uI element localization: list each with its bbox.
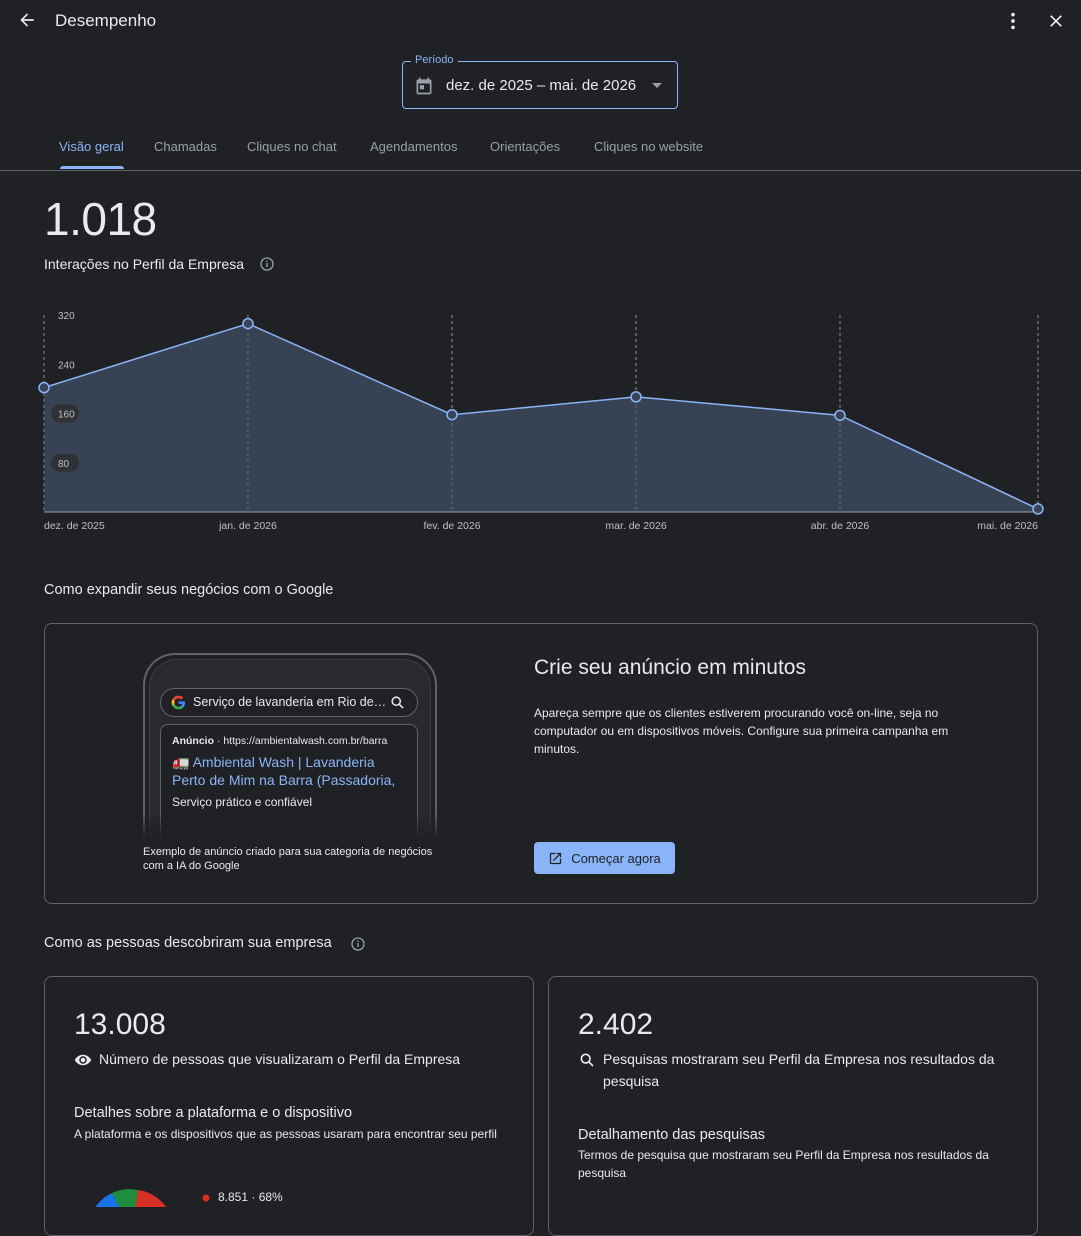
views-label: Número de pessoas que visualizaram o Per…: [99, 1051, 461, 1067]
ad-url: https://ambientalwash.com.br/barra: [223, 735, 388, 747]
open-in-new-icon: [550, 852, 562, 864]
ad-badge: Anúncio: [172, 735, 214, 747]
more-options-button[interactable]: [1001, 9, 1025, 33]
interactions-total: 1.018: [44, 193, 157, 245]
x-tick-label: mar. de 2026: [605, 520, 666, 532]
platform-details-text: A plataforma e os dispositivos que as pe…: [74, 1127, 497, 1141]
tab-bookings[interactable]: Agendamentos: [370, 139, 457, 154]
tab-chat-clicks[interactable]: Cliques no chat: [247, 139, 337, 154]
more-vert-icon: [1011, 12, 1015, 30]
x-tick-label: fev. de 2026: [424, 520, 481, 532]
mock-ad-title: 🚛 Ambiental Wash | Lavanderia Perto de Mi…: [172, 753, 412, 789]
searches-label: Pesquisas mostraram seu Perfil da Empres…: [603, 1051, 995, 1089]
ad-title-line-1: Ambiental Wash | Lavanderia: [192, 754, 375, 770]
period-value: dez. de 2025 – mai. de 2026: [446, 77, 637, 94]
interactions-chart: 80 160 240 320 dez. de 2025 jan. de 2026 fev. …: [38, 311, 1044, 532]
start-now-label: Começar agora: [571, 850, 661, 866]
mock-search-query: Serviço de lavanderia em Rio de Janeiro: [193, 695, 388, 709]
legend-dot-red: [202, 1194, 210, 1202]
mock-ad-header: Anúncio · https://ambientalwash.com.br/b…: [172, 735, 412, 747]
x-tick-label: abr. de 2026: [811, 520, 870, 532]
data-point: [834, 409, 846, 422]
tab-website-clicks[interactable]: Cliques no website: [594, 139, 703, 154]
y-tick-label: 80: [58, 459, 70, 470]
tab-directions[interactable]: Orientações: [490, 139, 560, 154]
search-icon: [391, 696, 404, 709]
views-value: 13.008: [74, 1008, 166, 1041]
mock-ad-description: Serviço prático e confiável: [172, 795, 313, 809]
searches-breakdown-title: Detalhamento das pesquisas: [578, 1127, 766, 1143]
searches-value: 2.402: [578, 1008, 654, 1041]
ad-title-line-2: Perto de Mim na Barra (Passadoria,: [172, 772, 396, 788]
area-fill: [44, 323, 1038, 512]
search-icon: [580, 1053, 594, 1067]
calendar-icon: [416, 77, 432, 95]
ad-separator: ·: [214, 735, 224, 747]
page-title: Desempenho: [55, 11, 157, 30]
info-icon[interactable]: [350, 936, 366, 952]
promo-body: Apareça sempre que os clientes estiverem…: [534, 706, 949, 756]
data-point: [446, 408, 458, 421]
eye-icon: [74, 1054, 92, 1066]
phone-fade: [143, 812, 437, 838]
platform-pie-chart: [95, 1189, 167, 1207]
data-point: [38, 381, 50, 394]
data-point: [1032, 503, 1044, 515]
tab-overview[interactable]: Visão geral: [59, 139, 124, 154]
discovery-section-title: Como as pessoas descobriram sua empresa: [44, 935, 332, 951]
ad-example-caption: Exemplo de anúncio criado para sua categ…: [143, 846, 433, 872]
data-point: [630, 391, 642, 403]
y-tick-label: 320: [58, 311, 75, 322]
promo-title: Crie seu anúncio em minutos: [534, 656, 806, 679]
x-tick-label: dez. de 2025: [44, 520, 105, 532]
google-logo-icon: [171, 695, 186, 710]
close-icon: [1050, 15, 1062, 27]
close-button[interactable]: [1044, 9, 1068, 33]
y-tick-label: 240: [58, 360, 75, 371]
active-tab-indicator: [60, 166, 124, 169]
y-tick-label: 160: [58, 410, 75, 421]
start-now-button[interactable]: Começar agora: [534, 842, 675, 874]
platform-details-title: Detalhes sobre a plataforma e o disposit…: [74, 1105, 353, 1121]
period-label: Período: [411, 54, 458, 66]
tab-calls[interactable]: Chamadas: [154, 139, 217, 154]
interactions-label: Interações no Perfil da Empresa: [44, 256, 244, 272]
info-icon[interactable]: [259, 256, 275, 272]
back-button[interactable]: [15, 8, 39, 32]
truck-emoji: 🚛: [172, 754, 190, 770]
dropdown-arrow-icon: [652, 83, 662, 88]
x-tick-label: jan. de 2026: [218, 520, 277, 532]
platform-legend-item: 8.851 · 68%: [218, 1190, 283, 1204]
data-point: [242, 317, 254, 330]
arrow-back-icon: [20, 13, 34, 27]
searches-breakdown-text: Termos de pesquisa que mostraram seu Per…: [578, 1148, 989, 1180]
tab-bar: Visão geral Chamadas Cliques no chat Age…: [0, 130, 1081, 171]
growth-section-title: Como expandir seus negócios com o Google: [44, 582, 334, 598]
x-tick-label: mai. de 2026: [977, 520, 1038, 532]
